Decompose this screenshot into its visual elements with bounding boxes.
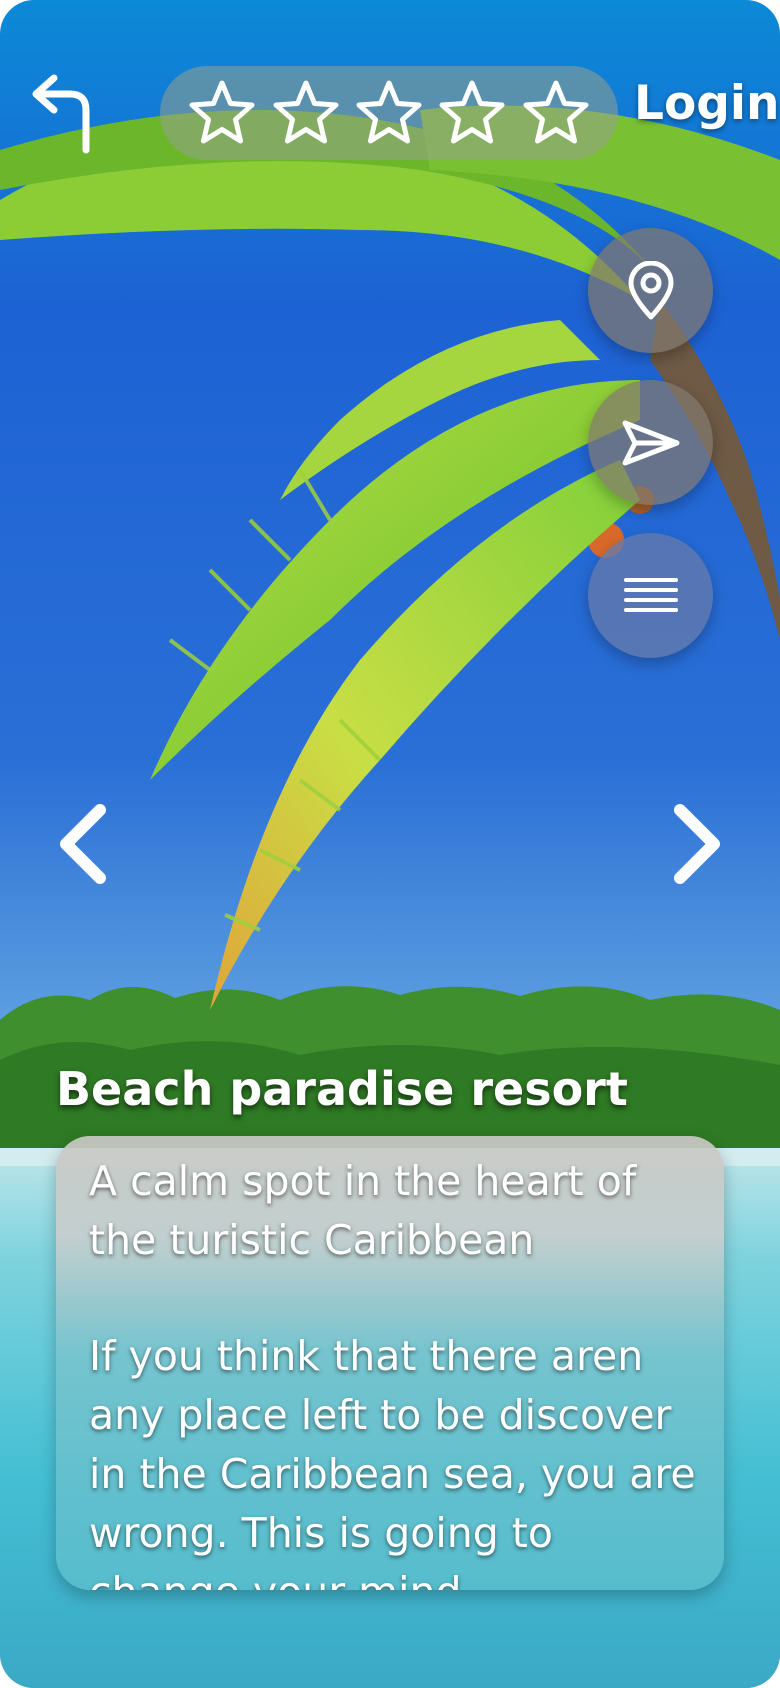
menu-icon bbox=[623, 577, 678, 612]
chevron-left-icon[interactable] bbox=[54, 802, 114, 886]
menu-button[interactable] bbox=[588, 533, 713, 658]
back-arrow-icon[interactable] bbox=[30, 74, 94, 154]
description-text: A calm spot in the heart of the turistic… bbox=[89, 1152, 699, 1590]
description-lead: A calm spot in the heart of the turistic… bbox=[89, 1157, 637, 1264]
send-icon bbox=[622, 420, 679, 465]
star-outline-icon[interactable] bbox=[521, 78, 591, 148]
rating-stars bbox=[160, 66, 618, 160]
star-outline-icon[interactable] bbox=[437, 78, 507, 148]
location-button[interactable] bbox=[588, 228, 713, 353]
star-outline-icon[interactable] bbox=[187, 78, 257, 148]
login-button[interactable]: Login bbox=[634, 76, 779, 131]
description-card: A calm spot in the heart of the turistic… bbox=[56, 1136, 724, 1590]
chevron-right-icon[interactable] bbox=[666, 802, 726, 886]
place-title: Beach paradise resort bbox=[56, 1062, 628, 1116]
star-outline-icon[interactable] bbox=[354, 78, 424, 148]
share-button[interactable] bbox=[588, 380, 713, 505]
screen: Login Beach paradise resort A calm spot … bbox=[0, 0, 780, 1688]
star-outline-icon[interactable] bbox=[271, 78, 341, 148]
map-pin-icon bbox=[628, 260, 673, 319]
description-body: If you think that there aren any place l… bbox=[89, 1332, 696, 1590]
